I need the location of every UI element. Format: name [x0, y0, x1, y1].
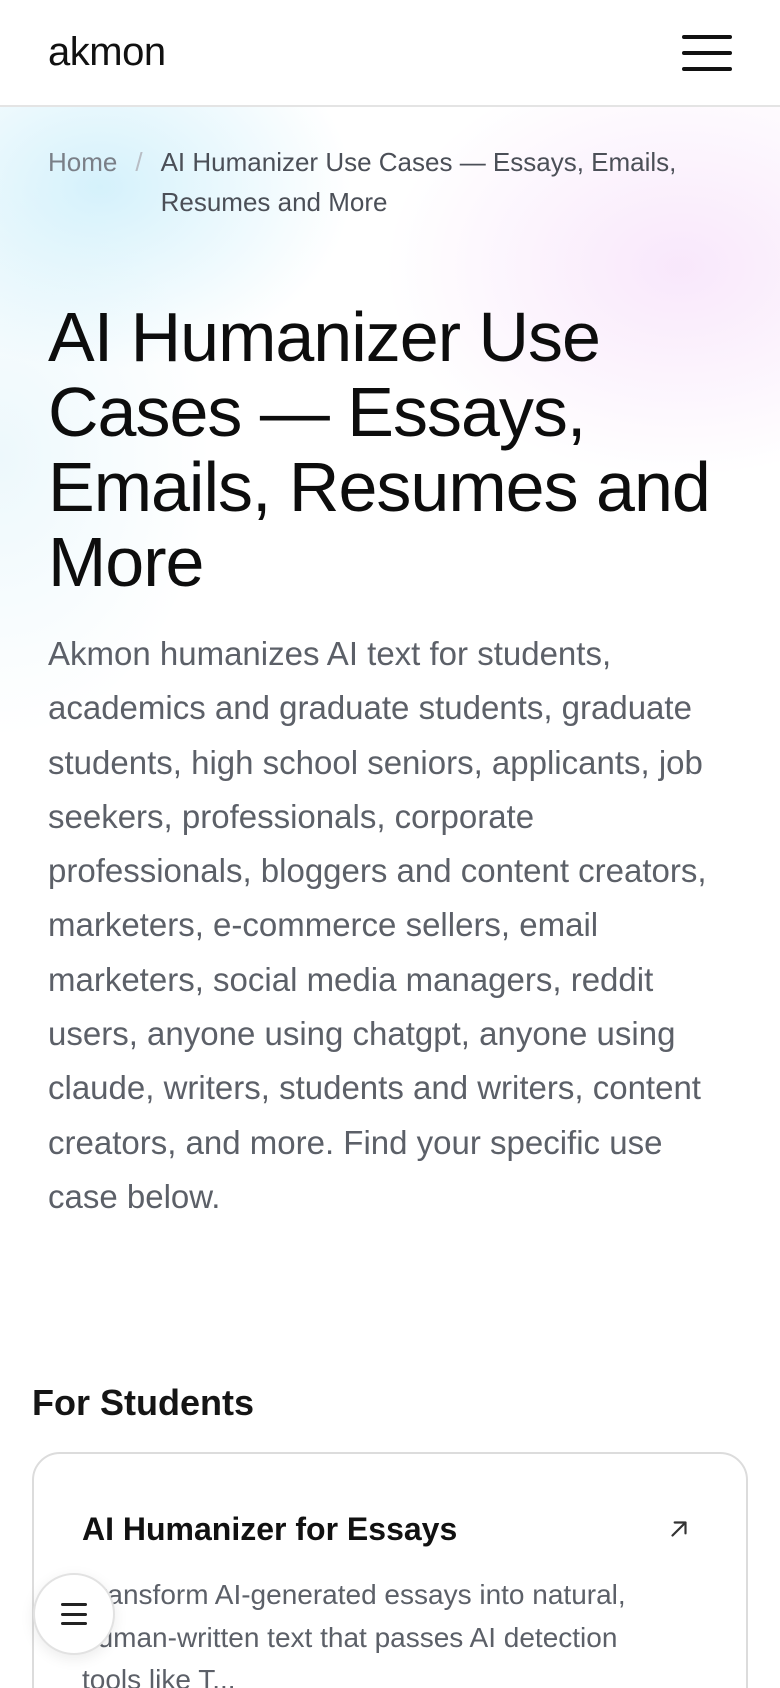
hamburger-menu-icon[interactable] — [682, 33, 732, 73]
card-title: AI Humanizer for Essays — [82, 1511, 458, 1547]
breadcrumb: Home / AI Humanizer Use Cases — Essays, … — [48, 142, 748, 222]
page-title: AI Humanizer Use Cases — Essays, Emails,… — [48, 298, 711, 601]
akmon-logo[interactable]: akmon — [48, 30, 166, 75]
menu-line — [682, 66, 732, 71]
page-description: Akmon humanizes AI text for students, ac… — [48, 635, 707, 1215]
arrow-up-right-icon — [671, 1521, 687, 1537]
breadcrumb-home-link[interactable]: Home — [48, 142, 117, 182]
use-case-card-essays[interactable]: AI Humanizer for Essays Transform AI-gen… — [32, 1452, 748, 1688]
breadcrumb-separator: / — [135, 147, 143, 177]
card-description: Transform AI-generated essays into natur… — [82, 1579, 626, 1688]
menu-line — [682, 34, 732, 39]
menu-lines-icon — [61, 1603, 87, 1625]
site-header: akmon — [0, 0, 780, 107]
card-header: AI Humanizer for Essays — [82, 1506, 698, 1552]
floating-menu-button[interactable] — [33, 1573, 115, 1655]
section-title-for-students: For Students — [32, 1382, 254, 1423]
menu-line — [682, 50, 732, 55]
breadcrumb-current-page: AI Humanizer Use Cases — Essays, Emails,… — [160, 147, 677, 217]
